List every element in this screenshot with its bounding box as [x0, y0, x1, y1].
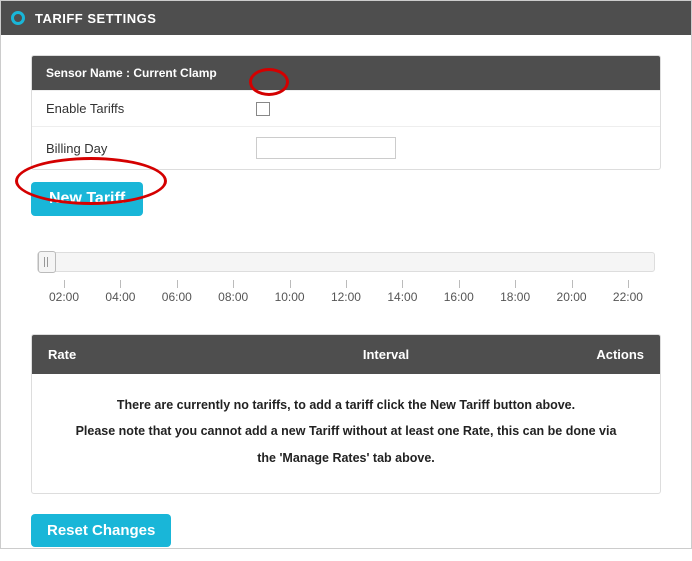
sensor-name-header: Sensor Name : Current Clamp	[32, 56, 660, 90]
enable-tariffs-label: Enable Tariffs	[46, 101, 256, 116]
tick-label: 10:00	[275, 280, 305, 304]
tick-label: 04:00	[105, 280, 135, 304]
billing-day-row: Billing Day	[32, 126, 660, 169]
tariff-table-panel: Rate Interval Actions There are currentl…	[31, 334, 661, 494]
timeline-slider-handle[interactable]	[38, 251, 56, 273]
tick-label: 14:00	[387, 280, 417, 304]
timeline-ticks: 02:00 04:00 06:00 08:00 10:00 12:00 14:0…	[31, 280, 661, 304]
empty-line-3: the 'Manage Rates' tab above.	[52, 445, 640, 471]
timeline-slider-area: 02:00 04:00 06:00 08:00 10:00 12:00 14:0…	[31, 252, 661, 304]
new-tariff-button[interactable]: New Tariff	[31, 182, 143, 216]
titlebar: TARIFF SETTINGS	[1, 1, 691, 35]
tariff-table-header: Rate Interval Actions	[32, 335, 660, 374]
app-status-icon	[11, 11, 25, 25]
sensor-settings-panel: Sensor Name : Current Clamp Enable Tarif…	[31, 55, 661, 170]
billing-day-input[interactable]	[256, 137, 396, 159]
tick-label: 20:00	[557, 280, 587, 304]
tick-label: 06:00	[162, 280, 192, 304]
billing-day-label: Billing Day	[46, 141, 256, 156]
empty-line-1: There are currently no tariffs, to add a…	[52, 392, 640, 418]
tick-label: 02:00	[49, 280, 79, 304]
tick-label: 12:00	[331, 280, 361, 304]
page-title: TARIFF SETTINGS	[35, 11, 156, 26]
enable-tariffs-checkbox[interactable]	[256, 102, 270, 116]
empty-line-2: Please note that you cannot add a new Ta…	[52, 418, 640, 444]
tariff-table-empty-message: There are currently no tariffs, to add a…	[32, 374, 660, 493]
enable-tariffs-row: Enable Tariffs	[32, 90, 660, 126]
col-header-interval: Interval	[228, 347, 544, 362]
timeline-slider-track[interactable]	[37, 252, 655, 272]
reset-changes-button[interactable]: Reset Changes	[31, 514, 171, 547]
col-header-actions: Actions	[544, 347, 644, 362]
tick-label: 16:00	[444, 280, 474, 304]
tick-label: 18:00	[500, 280, 530, 304]
tick-label: 08:00	[218, 280, 248, 304]
col-header-rate: Rate	[48, 347, 228, 362]
content: Sensor Name : Current Clamp Enable Tarif…	[1, 35, 691, 561]
tick-label: 22:00	[613, 280, 643, 304]
